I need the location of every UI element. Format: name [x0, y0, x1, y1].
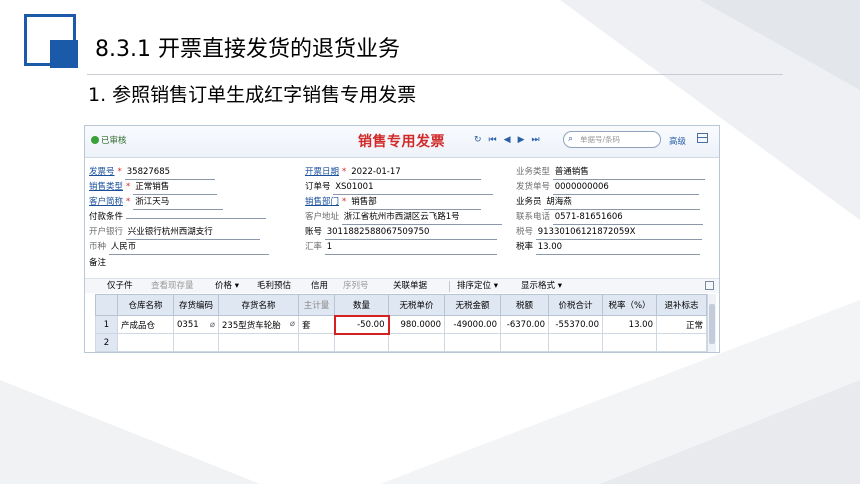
- cell-tax[interactable]: [500, 333, 549, 352]
- cell-tax-rate[interactable]: 13.00: [602, 315, 657, 334]
- col-header-item-code[interactable]: 存货编码: [173, 294, 219, 316]
- table-row[interactable]: 2: [95, 333, 707, 352]
- field-currency: 币种 人民币: [89, 241, 269, 255]
- field-salesperson: 业务员 胡海燕: [516, 196, 701, 210]
- cell-warehouse[interactable]: 产成品仓: [117, 315, 174, 334]
- col-header-qty[interactable]: 数量: [334, 294, 389, 316]
- field-tax-no: 税号 91330106121872059X: [516, 226, 702, 240]
- row-number: 1: [95, 315, 118, 334]
- col-header-refund-flag[interactable]: 退补标志: [656, 294, 707, 316]
- paperclip-icon[interactable]: ⌀: [290, 319, 295, 329]
- field-order-no: 订单号 XS01001: [305, 181, 494, 195]
- cell-tax[interactable]: -6370.00: [500, 315, 549, 334]
- line-toolbar: 仅子件 查看现存量 价格 ▾ 毛利预估 信用 序列号 关联单据 排序定位 ▾ 显…: [85, 278, 719, 293]
- prev-record-icon[interactable]: ◀: [504, 135, 511, 145]
- record-navigation: ↻ ⏮ ◀ ▶ ⏭: [474, 135, 547, 145]
- table-header-row: 仓库名称 存货编码 存货名称 主计量 数量 无税单价 无税金额 税额 价税合计 …: [95, 294, 707, 316]
- view-stock-button[interactable]: 查看现存量: [151, 279, 194, 293]
- toolbar-separator: [449, 281, 450, 292]
- slide-subtitle: 1. 参照销售订单生成红字销售专用发票: [82, 78, 423, 112]
- cell-uom[interactable]: [298, 333, 335, 352]
- cell-item-name[interactable]: 235型货车轮胎 ⌀: [218, 315, 299, 334]
- cell-unit-price[interactable]: [388, 333, 445, 352]
- cell-refund-flag[interactable]: 正常: [656, 315, 707, 334]
- col-header-tax-rate[interactable]: 税率（%）: [602, 294, 657, 316]
- cell-uom[interactable]: 套: [298, 315, 335, 334]
- field-cust-addr: 客户地址 浙江省杭州市西湖区云飞路1号: [305, 211, 502, 225]
- col-header-unit-price[interactable]: 无税单价: [388, 294, 445, 316]
- window-header-bar: 已审核 销售专用发票 ↻ ⏮ ◀ ▶ ⏭ ⌕ 单据号/条码 高级: [85, 126, 719, 158]
- field-biz-type: 业务类型 普通销售: [516, 166, 705, 180]
- credit-button[interactable]: 信用: [311, 279, 328, 293]
- cell-total[interactable]: [548, 333, 603, 352]
- sub-items-toggle[interactable]: 仅子件: [107, 279, 133, 293]
- col-header-tax[interactable]: 税额: [500, 294, 549, 316]
- scrollbar-thumb[interactable]: [709, 304, 715, 344]
- cell-amount[interactable]: -49000.00: [444, 315, 501, 334]
- paperclip-icon[interactable]: ⌀: [210, 320, 215, 330]
- title-divider: [87, 74, 783, 75]
- field-phone: 联系电话 0571-81651606: [516, 211, 703, 225]
- field-account: 账号 3011882588067509750: [305, 226, 497, 240]
- field-dept: 销售部门 * 销售部: [305, 196, 482, 210]
- chevron-down-icon: ▾: [493, 281, 498, 291]
- field-rate: 汇率 1: [305, 241, 497, 255]
- audit-status: 已审核: [91, 134, 127, 146]
- col-header-total[interactable]: 价税合计: [548, 294, 603, 316]
- col-header-uom[interactable]: 主计量: [298, 294, 335, 316]
- col-header-amount[interactable]: 无税金额: [444, 294, 501, 316]
- first-record-icon[interactable]: ⏮: [489, 135, 497, 145]
- last-record-icon[interactable]: ⏭: [532, 135, 540, 145]
- field-sales-type: 销售类型 * 正常销售: [89, 181, 218, 195]
- cell-refund-flag[interactable]: [656, 333, 707, 352]
- gross-profit-button[interactable]: 毛利预估: [257, 279, 291, 293]
- field-ship-no: 发货单号 0000000006: [516, 181, 699, 195]
- advanced-search-link[interactable]: 高级: [669, 135, 686, 147]
- field-pay-terms: 付款条件: [89, 211, 266, 224]
- search-icon: ⌕: [568, 134, 574, 144]
- price-menu[interactable]: 价格 ▾: [215, 279, 239, 293]
- display-format-menu[interactable]: 显示格式 ▾: [521, 279, 562, 293]
- field-tax-rate: 税率 13.00: [516, 241, 700, 255]
- title-deco-block: [50, 40, 78, 68]
- field-invoice-no: 发票号 * 35827685: [89, 166, 215, 180]
- cell-unit-price[interactable]: 980.0000: [388, 315, 445, 334]
- row-number: 2: [95, 333, 118, 352]
- expand-icon[interactable]: [705, 281, 714, 290]
- field-customer: 客户简称 * 浙江天马: [89, 196, 224, 210]
- document-title: 销售专用发票: [358, 134, 445, 150]
- invoice-date-input[interactable]: 2022-01-17: [349, 166, 482, 180]
- doc-search-input[interactable]: ⌕ 单据号/条码: [563, 131, 661, 148]
- invoice-lines-table: 仓库名称 存货编码 存货名称 主计量 数量 无税单价 无税金额 税额 价税合计 …: [95, 294, 707, 352]
- col-header-rownum: [95, 294, 118, 316]
- chevron-down-icon: ▾: [234, 281, 239, 291]
- cell-item-name[interactable]: [218, 333, 299, 352]
- sort-menu[interactable]: 排序定位 ▾: [457, 279, 498, 293]
- vertical-scrollbar[interactable]: [707, 294, 716, 352]
- cell-qty[interactable]: [334, 333, 389, 352]
- serial-button[interactable]: 序列号: [343, 279, 369, 293]
- linked-docs-button[interactable]: 关联单据: [393, 279, 427, 293]
- approved-icon: [91, 136, 99, 144]
- field-bank: 开户银行 兴业银行杭州西湖支行: [89, 226, 260, 240]
- field-remark: 备注: [89, 258, 107, 268]
- chevron-down-icon: ▾: [557, 281, 562, 291]
- cell-amount[interactable]: [444, 333, 501, 352]
- invoice-no-input[interactable]: 35827685: [124, 166, 215, 180]
- slide-title: 8.3.1 开票直接发货的退货业务: [87, 30, 410, 70]
- col-header-warehouse[interactable]: 仓库名称: [117, 294, 174, 316]
- cell-item-code[interactable]: 0351 ⌀: [173, 315, 219, 334]
- cell-tax-rate[interactable]: [602, 333, 657, 352]
- field-invoice-date: 开票日期 * 2022-01-17: [305, 166, 482, 180]
- cell-total[interactable]: -55370.00: [548, 315, 603, 334]
- cell-qty-highlighted[interactable]: -50.00: [333, 314, 390, 335]
- col-header-item-name[interactable]: 存货名称: [218, 294, 299, 316]
- layout-grid-icon[interactable]: [697, 133, 708, 143]
- invoice-window: 已审核 销售专用发票 ↻ ⏮ ◀ ▶ ⏭ ⌕ 单据号/条码 高级 发票号 * 35827685…: [84, 125, 720, 353]
- cell-item-code[interactable]: [173, 333, 219, 352]
- cell-warehouse[interactable]: [117, 333, 174, 352]
- table-row[interactable]: 1 产成品仓 0351 ⌀ 235型货车轮胎 ⌀ 套 -50.00 980.0000…: [95, 314, 707, 335]
- next-record-icon[interactable]: ▶: [518, 135, 525, 145]
- refresh-icon[interactable]: ↻: [474, 135, 482, 145]
